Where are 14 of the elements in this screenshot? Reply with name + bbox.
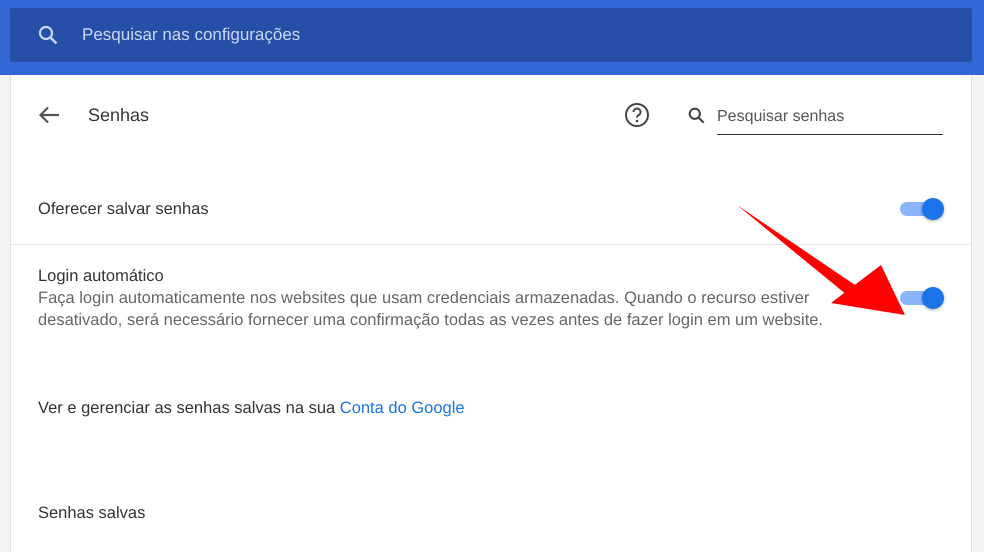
section-title: Senhas salvas <box>37 503 146 523</box>
toggle-switch[interactable] <box>900 196 944 220</box>
page-title: Senhas <box>88 104 150 126</box>
search-icon <box>38 25 58 45</box>
back-arrow-icon[interactable] <box>38 106 60 124</box>
settings-search-field[interactable]: Pesquisar nas configurações <box>80 24 584 46</box>
google-account-link[interactable]: Conta do Google <box>340 399 465 417</box>
setting-title: Login automático <box>38 266 165 287</box>
setting-title: Oferecer salvar senhas <box>38 198 210 220</box>
help-icon[interactable] <box>624 102 650 128</box>
toggle-switch[interactable] <box>900 286 944 310</box>
manage-passwords-text: Ver e gerenciar as senhas salvas na sua Conta do Google <box>37 398 466 418</box>
setting-description: Faça login automaticamente nos websites que usam credenciais armazenadas. Quando o recurso estiver desativado, será necessário fornecer uma confirmação todas as vezes antes de fazer login em um website. <box>38 288 824 331</box>
search-icon <box>688 106 705 124</box>
